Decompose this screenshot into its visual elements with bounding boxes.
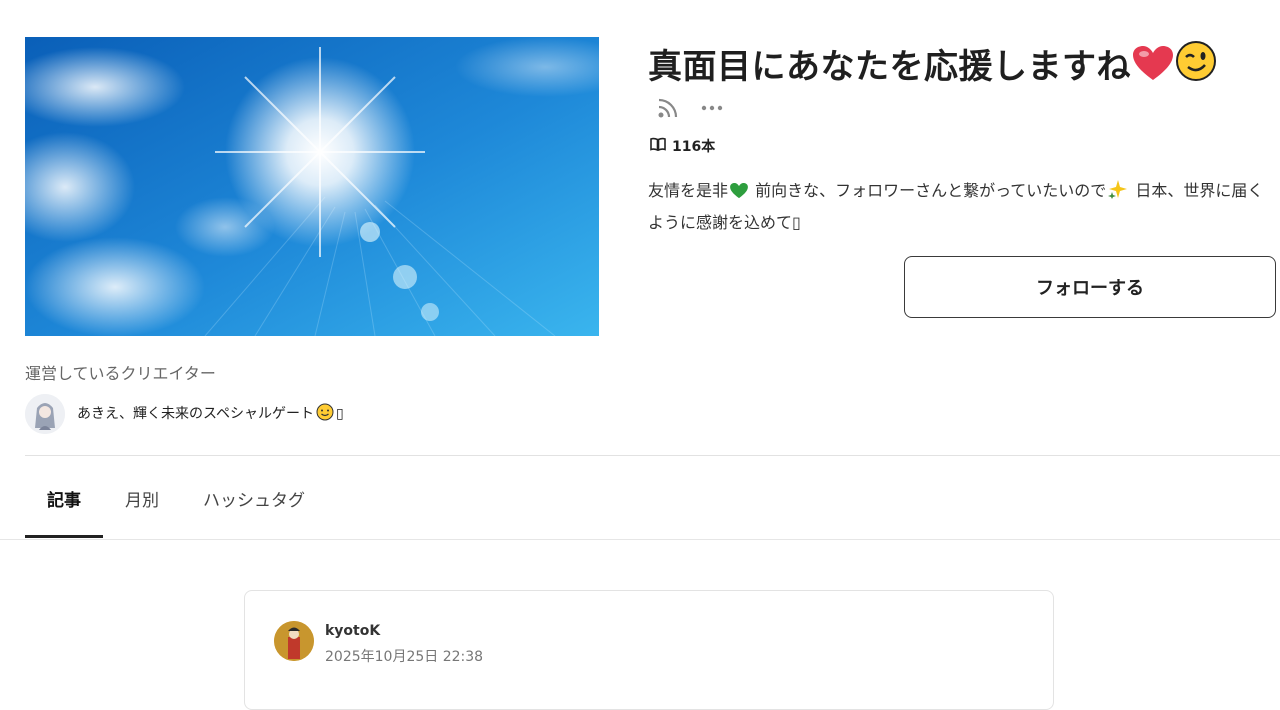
tab-hashtags[interactable]: ハッシュタグ	[181, 470, 327, 538]
tab-articles[interactable]: 記事	[25, 470, 103, 538]
open-book-icon	[650, 137, 666, 155]
tab-divider	[0, 539, 1280, 540]
description-trailing-glyph: ▯	[792, 213, 801, 232]
article-count: 116本	[650, 136, 715, 156]
creator-name: あきえ、輝く未来のスペシャルゲート ▯	[77, 403, 344, 425]
post-date: 2025年10月25日 22:38	[325, 649, 484, 665]
post-author-name[interactable]: kyotoK	[325, 623, 380, 639]
green-heart-icon	[730, 179, 748, 208]
tab-monthly[interactable]: 月別	[103, 470, 181, 538]
heart-emoji-icon	[1133, 46, 1173, 94]
tab-bar: 記事 月別 ハッシュタグ	[25, 470, 327, 538]
more-dots-icon[interactable]	[698, 94, 726, 122]
creator-link[interactable]: あきえ、輝く未来のスペシャルゲート ▯	[25, 394, 344, 434]
section-divider	[25, 455, 1280, 456]
creator-name-text: あきえ、輝く未来のスペシャルゲート	[77, 406, 315, 422]
sparkle-icon	[1108, 179, 1128, 208]
magazine-description: 友情を是非 前向きな、フォロワーさんと繋がっていたいので 日本、世界に届くように…	[648, 176, 1268, 237]
magazine-title-text: 真面目にあなたを応援しますね	[648, 47, 1131, 87]
post-card[interactable]: kyotoK 2025年10月25日 22:38	[244, 590, 1054, 710]
description-text-2: 前向きな、フォロワーさんと繋がっていたいので	[750, 181, 1107, 200]
creator-avatar	[25, 394, 65, 434]
creator-trailing-glyph: ▯	[336, 406, 344, 422]
smile-emoji-icon	[316, 403, 334, 425]
magazine-title: 真面目にあなたを応援しますね	[648, 40, 1278, 94]
rss-icon[interactable]	[654, 94, 682, 122]
magazine-actions	[654, 94, 726, 122]
creator-heading: 運営しているクリエイター	[25, 364, 216, 383]
wink-emoji-icon	[1175, 40, 1217, 94]
article-count-value: 116本	[672, 139, 716, 155]
magazine-cover-image	[25, 37, 599, 336]
post-author-avatar[interactable]	[274, 621, 314, 661]
follow-button[interactable]: フォローする	[904, 256, 1276, 318]
description-text-1: 友情を是非	[648, 181, 729, 200]
